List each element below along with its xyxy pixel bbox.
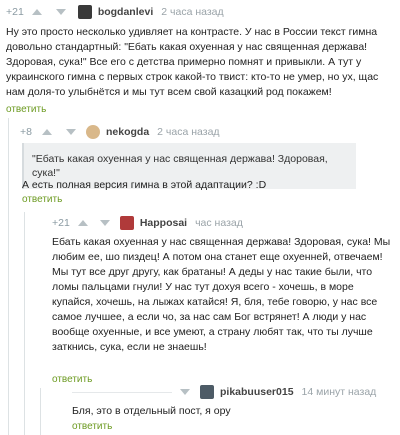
reply-link[interactable]: ответить — [6, 104, 46, 115]
arrow-up-icon[interactable] — [77, 220, 88, 226]
comment-text: Бля, это в отдельный пост, я ору — [72, 405, 231, 417]
reply-link[interactable]: ответить — [52, 374, 92, 385]
arrow-down-icon[interactable] — [99, 220, 110, 226]
arrow-down-icon[interactable] — [180, 389, 190, 395]
comment-header: +8 nekogda 2 часа назад — [20, 123, 390, 141]
avatar[interactable] — [85, 125, 100, 139]
arrow-down-icon[interactable] — [65, 129, 76, 135]
comment-score: +21 — [6, 6, 24, 18]
comment-score: +21 — [52, 217, 70, 229]
avatar[interactable] — [200, 385, 214, 399]
reply-link[interactable]: ответить — [72, 421, 112, 432]
comment-author[interactable]: Happosai — [140, 217, 187, 229]
comment-author[interactable]: bogdanlevi — [98, 6, 153, 18]
comment-time: 14 минут назад — [301, 386, 377, 398]
arrow-up-icon[interactable] — [41, 129, 52, 135]
comment-header: +21 bogdanlevi 2 часа назад — [6, 3, 396, 21]
avatar[interactable] — [77, 5, 92, 19]
comment-time: 2 часа назад — [157, 126, 220, 138]
comment-text: Ну это просто несколько удивляет на конт… — [6, 26, 379, 98]
comment-score: +8 — [20, 126, 32, 138]
comment-text: Ебать какая охуенная у нас священная дер… — [52, 236, 391, 353]
comment-text: А есть полная версия гимна в этой адапта… — [22, 179, 267, 191]
comment-time: 2 часа назад — [161, 6, 224, 18]
comment-header: +21 Happosai час назад — [52, 214, 392, 232]
reply-link[interactable]: ответить — [22, 194, 62, 205]
comment-author[interactable]: nekogda — [106, 126, 149, 138]
comment-author[interactable]: pikabuuser015 — [220, 386, 294, 398]
collapsed-divider — [72, 392, 172, 393]
thread-line[interactable] — [8, 118, 9, 435]
thread-line[interactable] — [40, 388, 41, 435]
thread-line[interactable] — [24, 212, 25, 435]
comment-header: pikabuuser015 14 минут назад — [180, 383, 396, 401]
avatar[interactable] — [119, 216, 134, 230]
arrow-up-icon[interactable] — [31, 9, 42, 15]
arrow-down-icon[interactable] — [55, 9, 66, 15]
comment-time: час назад — [195, 217, 243, 229]
